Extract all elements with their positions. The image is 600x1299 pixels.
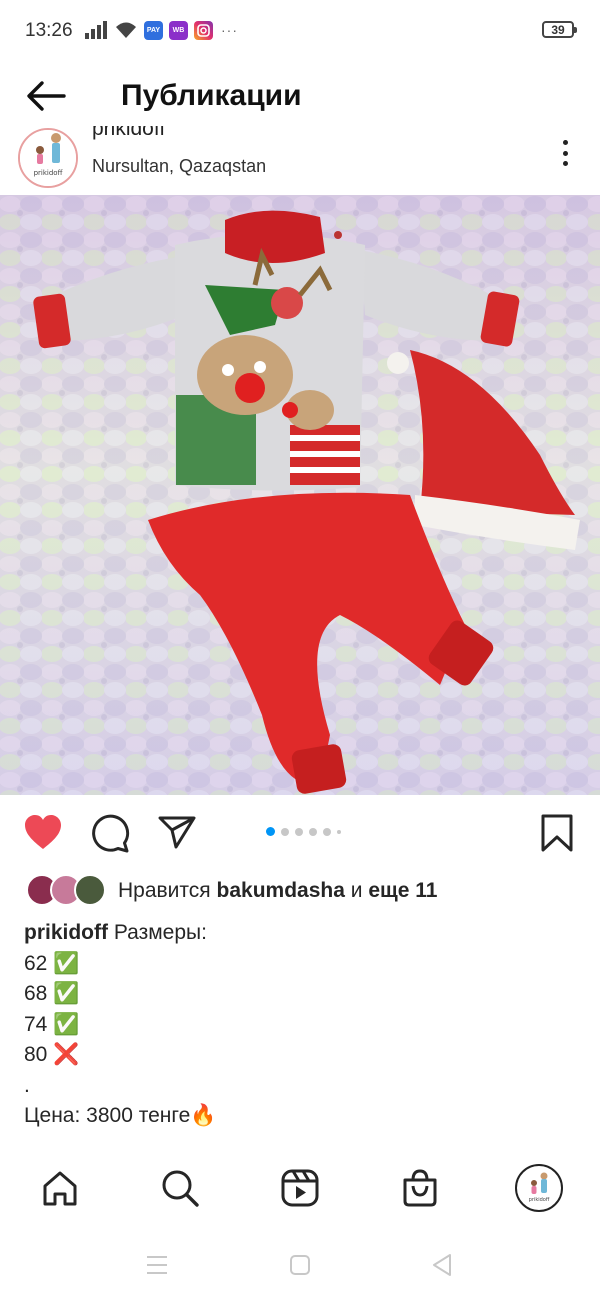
likes-row[interactable]: Нравится bakumdasha и еще 11 (0, 872, 600, 910)
shopping-bag-icon (403, 1169, 437, 1207)
size-line: 80 ❌ (24, 1040, 584, 1071)
carousel-dot (295, 827, 303, 836)
like-button[interactable] (23, 813, 63, 853)
back-system-button[interactable] (425, 1248, 459, 1282)
nav-reels-button[interactable] (276, 1164, 324, 1212)
liker-avatar (74, 874, 106, 906)
header: Публикации (0, 66, 600, 126)
size-line: 74 ✅ (24, 1010, 584, 1041)
more-dot-icon (562, 140, 568, 145)
size-value: 80 (24, 1043, 48, 1066)
check-mark-icon: ✅ (53, 982, 80, 1005)
back-button[interactable] (24, 78, 66, 114)
nav-profile-button[interactable]: prikidoff (515, 1164, 563, 1212)
liker-username[interactable]: bakumdasha (217, 879, 345, 902)
profile-avatar: prikidoff (515, 1164, 563, 1212)
size-line: 68 ✅ (24, 979, 584, 1010)
nav-search-button[interactable] (156, 1164, 204, 1212)
bottom-nav: prikidoff (0, 1158, 600, 1218)
nav-home-button[interactable] (36, 1164, 84, 1212)
nav-shop-button[interactable] (396, 1164, 444, 1212)
size-value: 68 (24, 982, 48, 1005)
size-line: 62 ✅ (24, 949, 584, 980)
share-button[interactable] (157, 813, 197, 853)
recent-apps-button[interactable] (140, 1248, 174, 1282)
likes-others[interactable]: еще 11 (368, 879, 437, 902)
home-icon (43, 1171, 77, 1206)
comment-button[interactable] (90, 813, 130, 853)
post-photo (0, 195, 600, 795)
avatar[interactable]: prikidoff (18, 128, 78, 188)
svg-text:prikidoff: prikidoff (529, 1197, 550, 1203)
caption-price: Цена: 3800 тенге🔥 (24, 1104, 217, 1127)
caption: prikidoff Размеры: 62 ✅ 68 ✅ 74 ✅ 80 ❌ .… (24, 918, 584, 1132)
square-icon (290, 1255, 310, 1275)
liker-avatars (26, 874, 106, 906)
battery-level: 39 (551, 22, 565, 37)
search-icon (162, 1170, 199, 1207)
reels-icon (281, 1169, 319, 1207)
bookmark-icon (541, 814, 573, 852)
comment-icon (92, 814, 130, 853)
caption-username[interactable]: prikidoff (24, 921, 108, 944)
heart-icon (25, 815, 61, 849)
carousel-dot (323, 827, 331, 836)
post-header: prikidoff prikidoff Nursultan, Qazaqstan (0, 126, 600, 192)
status-bar: 13:26 PAY WB ··· 39 (0, 0, 600, 60)
post-image[interactable] (0, 195, 600, 795)
save-button[interactable] (537, 813, 577, 853)
more-dot-icon (562, 161, 568, 166)
post-location[interactable]: Nursultan, Qazaqstan (92, 156, 266, 177)
instagram-app-icon (194, 20, 213, 40)
caption-text: Размеры: (113, 921, 207, 944)
more-dot-icon (562, 150, 568, 156)
size-value: 74 (24, 1012, 48, 1036)
carousel-dot (309, 827, 317, 836)
likes-conj: и (350, 879, 363, 902)
carousel-dot-active (266, 827, 275, 836)
send-icon (158, 816, 196, 849)
check-mark-icon: ✅ (53, 1012, 80, 1036)
back-arrow-icon (27, 81, 66, 111)
carousel-indicator (266, 827, 341, 836)
status-icons: PAY WB ··· (84, 20, 238, 40)
check-mark-icon: ✅ (53, 951, 80, 975)
signal-icon (85, 21, 107, 39)
caption-first-line: prikidoff Размеры: (24, 918, 584, 949)
wifi-icon (116, 22, 136, 38)
wildberries-app-icon: WB (169, 20, 188, 40)
page-title: Публикации (121, 79, 302, 112)
likes-text: Нравится bakumdasha и еще 11 (118, 879, 437, 903)
battery-indicator: 39 (542, 21, 577, 38)
triangle-back-icon (433, 1254, 451, 1276)
likes-prefix: Нравится (118, 879, 211, 902)
carousel-dot (281, 827, 289, 836)
size-value: 62 (24, 951, 48, 975)
profile-avatar-image: prikidoff (519, 1168, 559, 1208)
svg-text:prikidoff: prikidoff (34, 169, 63, 177)
carousel-dot (337, 829, 341, 834)
bank-app-icon: PAY (144, 20, 163, 40)
status-more: ··· (221, 22, 238, 38)
menu-lines-icon (147, 1256, 167, 1274)
status-time: 13:26 (25, 20, 73, 41)
post-actions (0, 805, 600, 861)
cross-mark-icon: ❌ (53, 1043, 80, 1066)
avatar-image: prikidoff (20, 130, 76, 186)
post-username[interactable]: prikidoff (92, 126, 165, 141)
more-options-button[interactable] (552, 138, 578, 168)
caption-dot: . (24, 1073, 30, 1097)
system-navigation-bar (0, 1248, 600, 1282)
home-system-button[interactable] (283, 1248, 317, 1282)
